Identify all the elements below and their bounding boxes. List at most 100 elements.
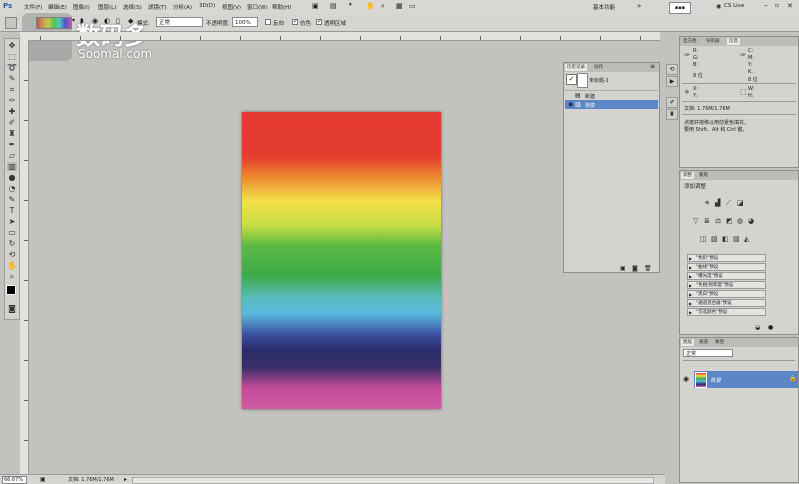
- maximize-icon[interactable]: ▫: [775, 2, 779, 9]
- new-document-from-state-icon[interactable]: ▣: [620, 265, 626, 272]
- layer-row-background[interactable]: 背景 🔒: [694, 371, 798, 388]
- tab-adjustments[interactable]: 调整: [681, 172, 694, 179]
- levels-icon[interactable]: ▟: [715, 199, 720, 207]
- quick-mask-icon[interactable]: ◙: [7, 304, 17, 313]
- menu-file[interactable]: 文件(F): [24, 3, 42, 11]
- foreground-color-swatch[interactable]: [6, 285, 16, 295]
- zoom-tool-icon[interactable]: ⌕: [381, 2, 385, 11]
- eyedropper-tool-icon[interactable]: ✑: [7, 96, 17, 105]
- ps-logo[interactable]: Ps: [3, 2, 12, 10]
- tab-history[interactable]: 历史记录: [565, 64, 587, 71]
- marquee-tool-icon[interactable]: ⬚: [7, 52, 17, 61]
- gradient-picker-arrow-icon[interactable]: ▾: [72, 17, 75, 24]
- eraser-tool-icon[interactable]: ▱: [7, 151, 17, 160]
- menu-window[interactable]: 窗口(W): [247, 3, 268, 11]
- cs-live-icon[interactable]: ◉: [716, 3, 721, 10]
- tab-paths[interactable]: 路径: [713, 339, 726, 346]
- zoom-level-dropdown[interactable]: ▾: [349, 2, 352, 8]
- move-tool-icon[interactable]: ✥: [7, 41, 17, 50]
- gradient-tool-preset-icon[interactable]: [5, 17, 17, 29]
- menu-layer[interactable]: 图层(L): [98, 3, 116, 11]
- snapshot-name[interactable]: 未标题-1: [589, 77, 609, 84]
- menu-3d[interactable]: 3D(D): [199, 3, 215, 9]
- menu-analysis[interactable]: 分析(A): [173, 3, 192, 11]
- menu-select[interactable]: 选择(S): [123, 3, 142, 11]
- vibrance-icon[interactable]: ▽: [693, 217, 698, 225]
- 3d-rotate-tool-icon[interactable]: ↻: [7, 239, 17, 248]
- dodge-tool-icon[interactable]: ◔: [7, 184, 17, 193]
- snapshot-source-icon[interactable]: ✓: [566, 74, 577, 85]
- black-white-icon[interactable]: ◩: [726, 217, 733, 225]
- panel-menu-icon[interactable]: ≡: [650, 63, 655, 70]
- workspace-design-button[interactable]: ▪▪▪: [669, 2, 691, 14]
- dock-brush-icon[interactable]: ✐: [666, 97, 678, 108]
- quick-select-tool-icon[interactable]: ✎: [7, 74, 17, 83]
- curves-icon[interactable]: ⟋: [726, 199, 731, 207]
- tab-layers[interactable]: 图层: [681, 339, 694, 346]
- menu-help[interactable]: 帮助(H): [272, 3, 291, 11]
- hue-saturation-icon[interactable]: ≣: [704, 217, 710, 225]
- preset-selective-color[interactable]: "可选颜色"预设: [687, 308, 766, 317]
- gradient-map-icon[interactable]: ▧: [733, 235, 740, 243]
- adjustment-clip-icon[interactable]: ◒: [755, 324, 760, 331]
- dock-history-icon[interactable]: ⟲: [666, 64, 678, 75]
- healing-brush-tool-icon[interactable]: ✚: [7, 107, 17, 116]
- preset-hue-saturation[interactable]: "色相/饱和度"预设: [687, 281, 766, 290]
- dock-clone-icon[interactable]: ♜: [666, 109, 678, 120]
- document-canvas[interactable]: [242, 112, 441, 409]
- layer-visibility-eye-icon[interactable]: ◉: [683, 375, 689, 383]
- type-tool-icon[interactable]: T: [7, 206, 17, 215]
- tab-masks[interactable]: 蒙版: [697, 172, 710, 179]
- tab-info[interactable]: 信息: [727, 38, 740, 45]
- menu-image[interactable]: 图像(I): [73, 3, 90, 11]
- lasso-tool-icon[interactable]: ➰: [7, 63, 17, 72]
- exposure-icon[interactable]: ◪: [737, 199, 744, 207]
- shape-tool-icon[interactable]: ▭: [7, 228, 17, 237]
- zoom-tool-icon[interactable]: ⌕: [7, 272, 17, 281]
- dock-actions-icon[interactable]: ▶: [666, 76, 678, 87]
- invert-icon[interactable]: ◫: [700, 235, 707, 243]
- crop-tool-icon[interactable]: ⌗: [7, 85, 17, 94]
- history-item-new[interactable]: ▤ 新建: [565, 90, 658, 100]
- hand-tool-icon[interactable]: ✋: [7, 261, 17, 270]
- posterize-icon[interactable]: ▨: [711, 235, 718, 243]
- history-brush-tool-icon[interactable]: ✒: [7, 140, 17, 149]
- tab-channels[interactable]: 通道: [697, 339, 710, 346]
- hand-tool-icon[interactable]: ✋: [366, 2, 375, 10]
- photo-filter-icon[interactable]: ◍: [737, 217, 743, 225]
- new-snapshot-icon[interactable]: ◙: [632, 265, 638, 272]
- delete-state-icon[interactable]: 🗑: [644, 265, 652, 272]
- opacity-input[interactable]: 100%: [232, 17, 258, 27]
- 3d-camera-tool-icon[interactable]: ⟲: [7, 250, 17, 259]
- clone-stamp-tool-icon[interactable]: ♜: [7, 129, 17, 138]
- threshold-icon[interactable]: ◧: [722, 235, 729, 243]
- tab-navigator[interactable]: 导航器: [704, 38, 722, 45]
- brush-tool-icon[interactable]: ✐: [7, 118, 17, 127]
- menu-view[interactable]: 视图(V): [222, 3, 241, 11]
- status-info-icon[interactable]: ▣: [40, 476, 46, 483]
- menu-filter[interactable]: 滤镜(T): [148, 3, 167, 11]
- history-item-gradient[interactable]: ◉ ▥ 渐变: [565, 100, 658, 109]
- arrange-docs-icon[interactable]: ▦: [396, 2, 403, 10]
- preset-exposure[interactable]: "曝光度"预设: [687, 272, 766, 281]
- pen-tool-icon[interactable]: ✎: [7, 195, 17, 204]
- minibridge-icon[interactable]: ▤: [330, 2, 337, 10]
- blend-mode-select[interactable]: 正常: [683, 349, 733, 357]
- tab-histogram[interactable]: 直方图: [681, 38, 699, 45]
- screen-mode-icon[interactable]: ▭: [409, 2, 416, 10]
- channel-mixer-icon[interactable]: ◕: [748, 217, 754, 225]
- color-balance-icon[interactable]: ⚖: [715, 217, 721, 225]
- preset-channel-mixer[interactable]: "通道混合器"预设: [687, 299, 766, 308]
- gradient-tool-icon[interactable]: ▥: [7, 162, 17, 171]
- brightness-contrast-icon[interactable]: ☀: [704, 199, 710, 207]
- workspace-essentials[interactable]: 基本功能: [593, 3, 615, 11]
- blur-tool-icon[interactable]: ●: [7, 173, 17, 182]
- preset-levels[interactable]: "色阶"预设: [687, 254, 766, 263]
- horizontal-ruler[interactable]: [20, 32, 660, 41]
- layer-name[interactable]: 背景: [710, 376, 721, 384]
- preset-black-white[interactable]: "黑白"预设: [687, 290, 766, 299]
- close-icon[interactable]: ✕: [787, 2, 793, 10]
- bridge-icon[interactable]: ▣: [312, 2, 319, 10]
- reverse-checkbox[interactable]: [265, 19, 271, 25]
- vertical-ruler[interactable]: [20, 40, 29, 475]
